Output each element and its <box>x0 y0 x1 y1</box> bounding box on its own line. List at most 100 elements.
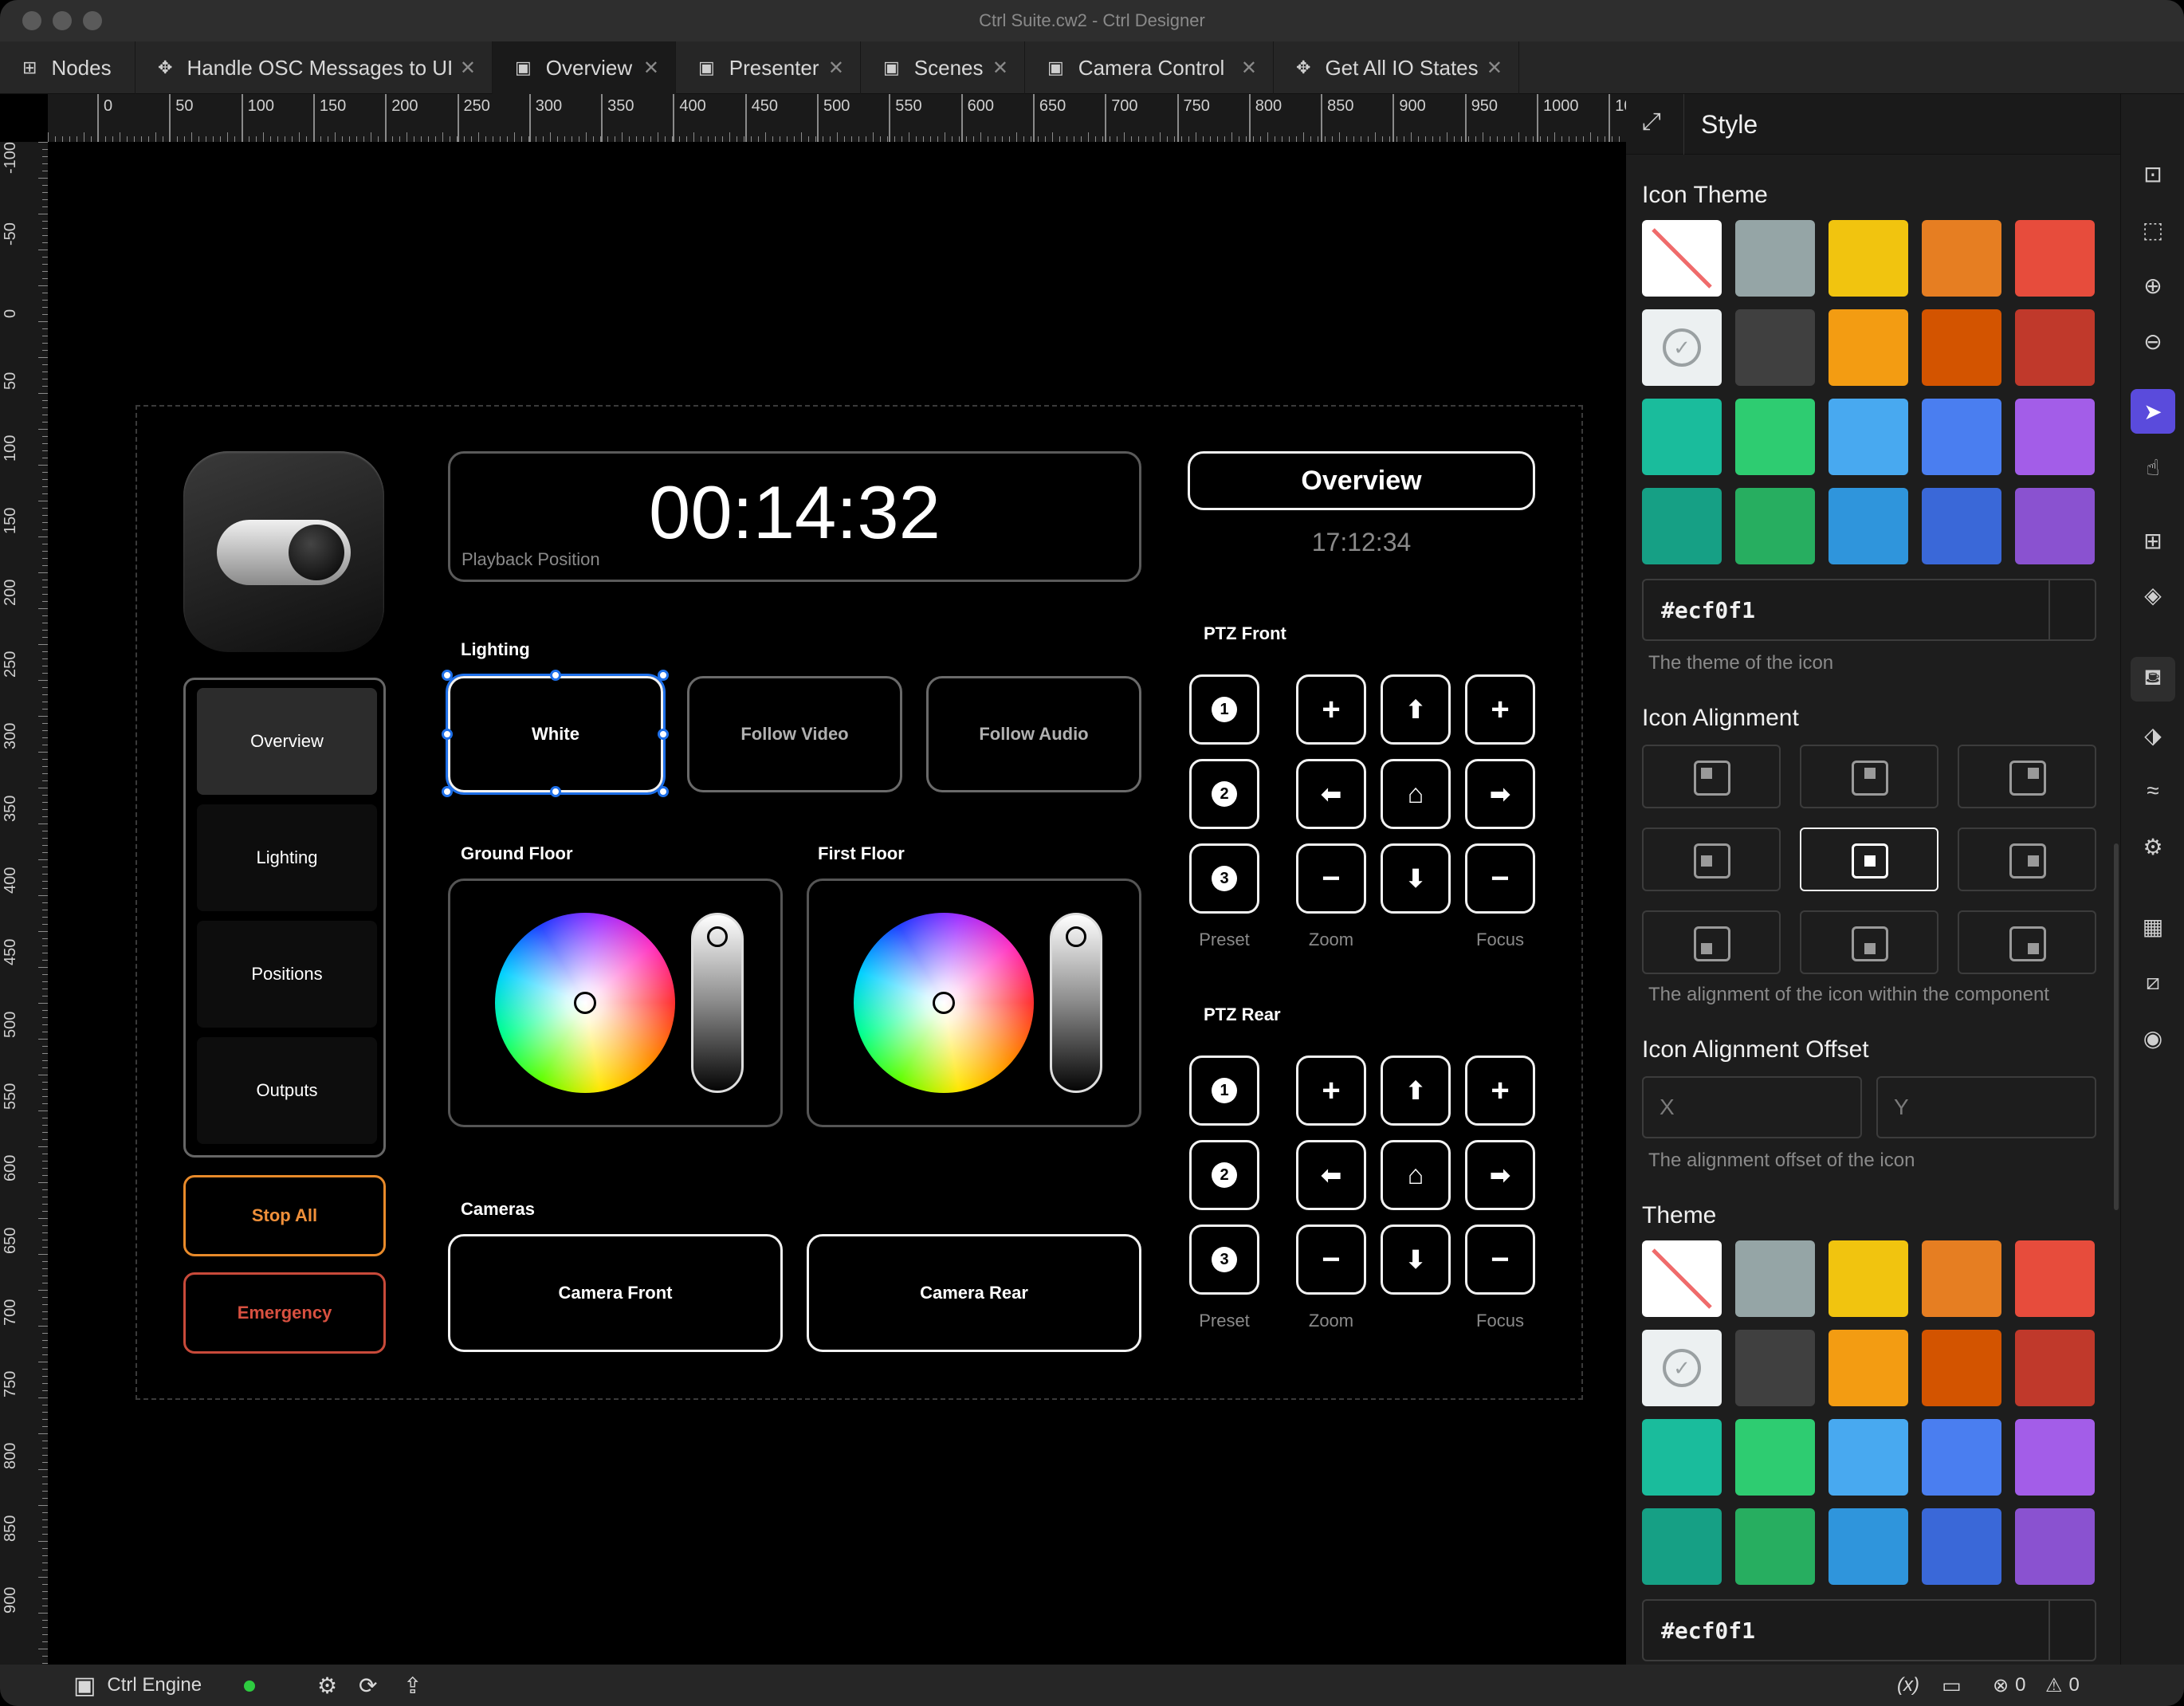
color-swatch[interactable] <box>1642 488 1722 564</box>
resize-handle[interactable] <box>550 786 561 797</box>
minus-icon[interactable]: − <box>1296 1224 1366 1295</box>
color-swatch[interactable] <box>1735 1508 1815 1585</box>
camera-front-button[interactable]: Camera Front <box>448 1234 783 1352</box>
engine-status[interactable]: ▣ Ctrl Engine <box>73 1665 202 1706</box>
resize-handle[interactable] <box>658 670 669 681</box>
alignment-option[interactable] <box>1800 827 1938 891</box>
expand-icon[interactable]: ⤢ <box>1642 108 1661 136</box>
color-swatch[interactable] <box>1922 1508 2001 1585</box>
no-color-swatch[interactable] <box>1642 1240 1722 1317</box>
color-swatch[interactable] <box>1829 1240 1908 1317</box>
tab-nodes[interactable]: ⊞ Nodes <box>0 41 136 94</box>
alignment-option[interactable] <box>1800 910 1938 974</box>
light-follow-audio-button[interactable]: Follow Audio <box>926 676 1141 792</box>
minimize-window-button[interactable] <box>53 11 72 30</box>
ptz-rear-preset-2-button[interactable]: 2 <box>1189 1140 1259 1210</box>
color-swatch[interactable] <box>1829 1330 1908 1406</box>
color-cursor[interactable] <box>933 992 955 1014</box>
color-swatch[interactable] <box>1922 309 2001 386</box>
color-swatch[interactable] <box>1642 1508 1722 1585</box>
alignment-option[interactable] <box>1958 910 2096 974</box>
color-cursor[interactable] <box>574 992 596 1014</box>
color-swatch[interactable] <box>1735 1240 1815 1317</box>
ptz-rear-preset-3-button[interactable]: 3 <box>1189 1224 1259 1295</box>
color-swatch[interactable] <box>1922 488 2001 564</box>
add-icon[interactable]: ⊞ <box>2131 518 2175 563</box>
color-swatch[interactable] <box>2015 220 2095 297</box>
errors-count[interactable]: ⊗ 0 <box>1993 1665 2025 1706</box>
tab-scenes[interactable]: ▣ Scenes ✕ <box>861 41 1025 94</box>
nav-item-outputs[interactable]: Outputs <box>197 1037 377 1144</box>
minus-icon[interactable]: − <box>1296 843 1366 914</box>
tag-icon[interactable]: ⬗ <box>2131 713 2175 757</box>
resize-handle[interactable] <box>442 729 453 740</box>
color-swatch[interactable] <box>1829 399 1908 475</box>
paint-bucket-icon[interactable]: ⛾ <box>2131 657 2175 702</box>
close-window-button[interactable] <box>22 11 41 30</box>
ptz-front-preset-3-button[interactable]: 3 <box>1189 843 1259 914</box>
light-white-button[interactable]: White <box>448 676 663 792</box>
nav-item-positions[interactable]: Positions <box>197 921 377 1028</box>
color-swatch[interactable] <box>1735 1419 1815 1496</box>
color-swatch[interactable] <box>1922 1330 2001 1406</box>
ptz-front-preset-1-button[interactable]: 1 <box>1189 674 1259 745</box>
icon-theme-hex-input[interactable]: #ecf0f1 <box>1642 579 2096 641</box>
color-swatch[interactable] <box>1642 399 1722 475</box>
arrow-up-icon[interactable]: ⬆ <box>1381 1055 1451 1126</box>
color-swatch[interactable] <box>1922 220 2001 297</box>
close-icon[interactable]: ✕ <box>1487 57 1502 80</box>
zoom-window-button[interactable] <box>83 11 102 30</box>
resize-handle[interactable] <box>442 786 453 797</box>
camera-icon[interactable]: ◉ <box>2131 1016 2175 1060</box>
alignment-option[interactable] <box>1958 827 2096 891</box>
color-swatch[interactable] <box>2015 1508 2095 1585</box>
close-icon[interactable]: ✕ <box>828 57 844 80</box>
slider-knob[interactable] <box>707 926 728 947</box>
color-swatch[interactable] <box>2015 1330 2095 1406</box>
color-swatch[interactable] <box>1735 220 1815 297</box>
warnings-count[interactable]: ⚠ 0 <box>2045 1665 2080 1706</box>
hand-icon[interactable]: ☝ <box>2131 445 2175 489</box>
close-icon[interactable]: ✕ <box>643 57 659 80</box>
zoom-in-icon[interactable]: ⊕ <box>2131 263 2175 308</box>
color-swatch[interactable] <box>1735 1330 1815 1406</box>
slider-knob[interactable] <box>1066 926 1086 947</box>
alignment-option[interactable] <box>1958 745 2096 808</box>
color-swatch[interactable] <box>1829 488 1908 564</box>
tab-handle-osc[interactable]: ✥ Handle OSC Messages to UI ✕ <box>136 41 493 94</box>
plus-icon[interactable]: + <box>1465 674 1535 745</box>
selected-color-swatch[interactable]: ✓ <box>1642 1330 1722 1406</box>
zoom-area-icon[interactable]: ⬚ <box>2131 207 2175 252</box>
arrow-left-icon[interactable]: ⬅ <box>1296 1140 1366 1210</box>
terminal-icon[interactable]: ▭ <box>1942 1665 1962 1706</box>
zoom-out-icon[interactable]: ⊖ <box>2131 319 2175 364</box>
emergency-button[interactable]: Emergency <box>183 1272 386 1354</box>
arrow-down-icon[interactable]: ⬇ <box>1381 843 1451 914</box>
home-icon[interactable]: ⌂ <box>1381 1140 1451 1210</box>
color-picker-button[interactable] <box>2048 1601 2095 1660</box>
color-swatch[interactable] <box>2015 1419 2095 1496</box>
color-swatch[interactable] <box>1922 399 2001 475</box>
fit-icon[interactable]: ⊡ <box>2131 151 2175 196</box>
color-swatch[interactable] <box>2015 309 2095 386</box>
selected-color-swatch[interactable]: ✓ <box>1642 309 1722 386</box>
minus-icon[interactable]: − <box>1465 1224 1535 1295</box>
color-swatch[interactable] <box>1922 1240 2001 1317</box>
color-swatch[interactable] <box>1829 309 1908 386</box>
layers-icon[interactable]: ◈ <box>2131 572 2175 617</box>
alignment-option[interactable] <box>1800 745 1938 808</box>
arrow-down-icon[interactable]: ⬇ <box>1381 1224 1451 1295</box>
minus-icon[interactable]: − <box>1465 843 1535 914</box>
color-swatch[interactable] <box>2015 488 2095 564</box>
resize-handle[interactable] <box>550 670 561 681</box>
color-swatch[interactable] <box>1829 220 1908 297</box>
color-swatch[interactable] <box>2015 399 2095 475</box>
nav-item-overview[interactable]: Overview <box>197 688 377 795</box>
stop-all-button[interactable]: Stop All <box>183 1175 386 1256</box>
plus-icon[interactable]: + <box>1296 1055 1366 1126</box>
grid-icon[interactable]: ▦ <box>2131 904 2175 949</box>
tab-presenter[interactable]: ▣ Presenter ✕ <box>676 41 861 94</box>
plus-icon[interactable]: + <box>1296 674 1366 745</box>
arrow-left-icon[interactable]: ⬅ <box>1296 759 1366 829</box>
close-icon[interactable]: ✕ <box>460 57 476 80</box>
